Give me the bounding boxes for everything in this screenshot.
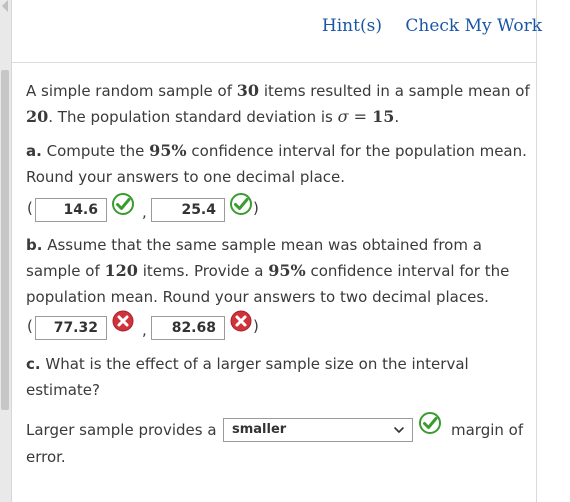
part-a-line-1: a. Compute the 95% confidence interval f… (26, 141, 527, 160)
part-b-upper-input[interactable] (151, 316, 225, 340)
check-my-work-link[interactable]: Check My Work (405, 16, 542, 36)
open-paren: ( (27, 199, 33, 217)
part-b-lower-input[interactable] (35, 316, 107, 340)
part-b-line-2: sample of 120 items. Provide a 95% confi… (26, 261, 510, 280)
correct-check-icon (112, 193, 134, 215)
part-c-line-1: c. What is the effect of a larger sample… (26, 355, 469, 373)
scrollbar-thumb[interactable] (1, 70, 9, 410)
incorrect-x-icon (230, 310, 252, 332)
part-b-line-1: b. Assume that the same sample mean was … (26, 236, 482, 254)
correct-check-icon (230, 193, 252, 215)
margin-of-error-select[interactable]: smaller (223, 418, 413, 442)
problem-line-1: A simple random sample of 30 items resul… (26, 81, 530, 100)
part-c-suffix: margin of (451, 421, 524, 439)
open-paren: ( (27, 317, 33, 335)
divider (12, 62, 536, 63)
close-paren: ) (253, 199, 259, 217)
problem-line-2: 20. The population standard deviation is… (26, 107, 400, 126)
part-a-upper-input[interactable] (151, 198, 225, 222)
part-b-line-3: population mean. Round your answers to t… (26, 288, 489, 306)
chevron-down-icon (394, 427, 404, 433)
sigma-value: 15 (372, 107, 395, 126)
right-gutter (537, 0, 570, 502)
comma: , (142, 321, 147, 339)
part-a-line-2: Round your answers to one decimal place. (26, 168, 346, 186)
sigma-symbol: σ (337, 107, 349, 126)
correct-check-icon (419, 412, 441, 434)
part-a-lower-input[interactable] (35, 198, 107, 222)
part-c-line-2: estimate? (26, 381, 100, 399)
part-c-suffix-2: error. (26, 448, 66, 466)
comma: , (142, 203, 147, 221)
sample-mean: 20 (26, 107, 49, 126)
scroll-left-arrow-icon[interactable] (2, 0, 8, 12)
hints-link[interactable]: Hint(s) (322, 16, 382, 36)
incorrect-x-icon (112, 310, 134, 332)
part-c-prefix: Larger sample provides a (26, 421, 217, 439)
close-paren: ) (253, 317, 259, 335)
left-scrollbar[interactable] (0, 0, 12, 502)
toolbar: Hint(s) Check My Work (304, 16, 542, 36)
sample-size: 30 (236, 81, 260, 100)
select-value: smaller (232, 422, 287, 437)
